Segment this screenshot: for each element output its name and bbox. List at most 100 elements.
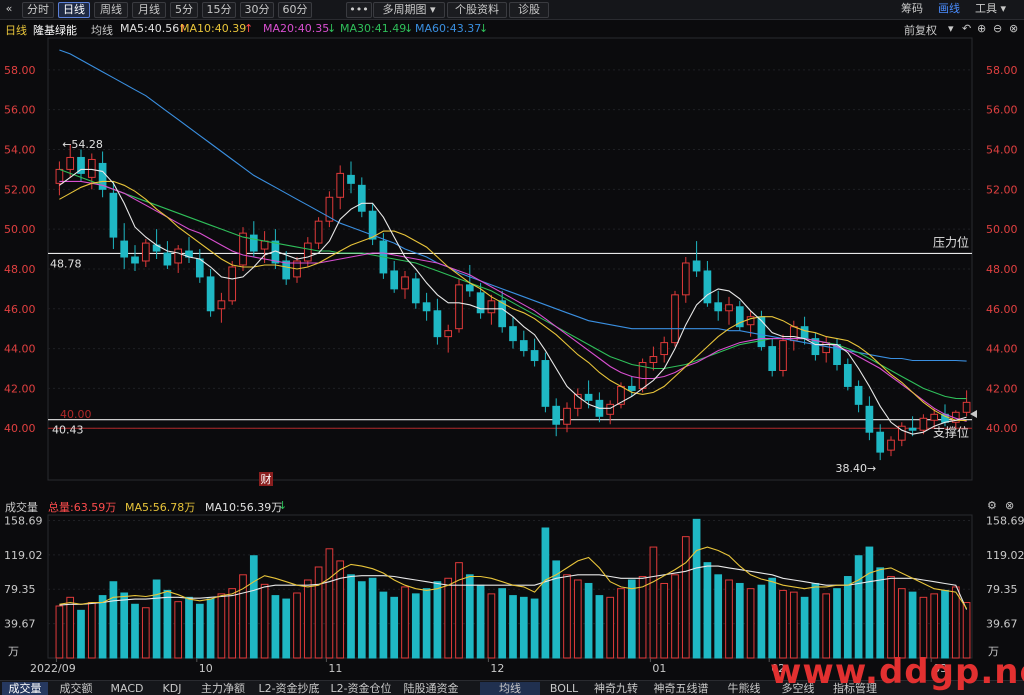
volume-bar — [476, 584, 485, 659]
candle-body — [887, 439, 895, 451]
volume-bar — [660, 582, 669, 659]
candle-body — [131, 256, 139, 264]
ma-line-ma20 — [59, 180, 967, 422]
candle-body — [347, 174, 355, 184]
volume-bar — [822, 593, 831, 659]
candle-body — [141, 242, 150, 262]
y-tick-left-4: 48.00 — [4, 263, 36, 276]
indicator-tab-10[interactable]: 神奇九转 — [588, 682, 644, 695]
indicator-tab-4[interactable]: 主力净额 — [194, 682, 252, 695]
volume-bar — [671, 574, 679, 659]
candle-body — [390, 270, 399, 290]
candle-body — [919, 417, 928, 431]
volume-bar — [66, 596, 75, 659]
indicator-tab-2[interactable]: MACD — [104, 682, 150, 695]
indicator-tab-1[interactable]: 成交额 — [50, 682, 102, 695]
candle-body — [174, 248, 183, 264]
candle-body — [660, 342, 669, 356]
volume-bar — [465, 574, 474, 659]
indicator-tab-5[interactable]: L2-资金抄底 — [254, 682, 324, 695]
y-tick-right-3: 46.00 — [986, 303, 1018, 316]
volume-bar — [930, 593, 939, 659]
volume-bar — [638, 576, 647, 659]
support-label: 支撑位 — [933, 425, 969, 440]
candle-body — [217, 300, 226, 310]
volume-bar — [87, 602, 96, 659]
volume-bar — [401, 586, 409, 659]
min-price-marker: 38.40→ — [835, 462, 876, 475]
candle-body — [228, 266, 237, 302]
indicator-tab-9[interactable]: BOLL — [542, 682, 586, 695]
x-label-4: 01 — [652, 662, 666, 675]
candle-body — [120, 240, 129, 258]
volume-bar — [498, 588, 507, 659]
x-label-1: 10 — [199, 662, 213, 675]
volume-bar — [746, 588, 755, 659]
volume-bar — [152, 579, 161, 659]
close-icon[interactable]: ⊗ — [1005, 499, 1014, 512]
candlestick-chart[interactable]: 40.00 40.00 42.00 42.00 44.00 44.00 46.00 46.00… — [0, 0, 1024, 694]
level-red-label: 40.00 — [60, 408, 92, 421]
volume-bar — [919, 596, 928, 659]
indicator-tab-7[interactable]: 陆股通资金 — [398, 682, 464, 695]
candle-body — [627, 385, 636, 391]
candle-body — [530, 350, 539, 362]
watermark: www.ddgp.net — [770, 652, 1024, 692]
indicator-tab-3[interactable]: KDJ — [152, 682, 192, 695]
candle-body — [671, 294, 679, 344]
x-label-3: 12 — [490, 662, 504, 675]
volume-bar — [293, 592, 301, 659]
volume-bar — [627, 579, 636, 659]
y-tick-left-6: 52.00 — [4, 183, 36, 196]
volume-bar — [865, 546, 874, 659]
volume-bar — [962, 602, 971, 659]
volume-bar — [141, 607, 150, 659]
volume-ma10: MA10:56.39万 — [205, 501, 283, 514]
volume-bar — [282, 598, 291, 659]
candle-body — [962, 401, 971, 413]
volume-bar — [563, 574, 571, 659]
volume-bar — [908, 591, 917, 659]
arrow-down-icon: ↓ — [278, 499, 288, 512]
volume-bar — [120, 592, 129, 659]
indicator-tab-11[interactable]: 神奇五线谱 — [646, 682, 716, 695]
volume-bar — [951, 586, 960, 659]
candle-body — [357, 184, 366, 212]
y-tick-right-6: 52.00 — [986, 183, 1018, 196]
candle-body — [260, 240, 269, 250]
indicator-tab-0[interactable]: 成交量 — [2, 682, 48, 695]
y-tick-left-2: 44.00 — [4, 343, 36, 356]
volume-bar — [379, 591, 388, 659]
y-tick-left-9: 58.00 — [4, 64, 36, 77]
volume-total: 总量:63.59万 — [48, 501, 117, 514]
ma-line-ma5 — [59, 168, 967, 435]
volume-bar — [811, 582, 820, 659]
settings-icon[interactable]: ⚙ — [987, 499, 997, 512]
candle-body — [606, 403, 615, 415]
y-tick-right-4: 48.00 — [986, 263, 1018, 276]
candle-body — [714, 302, 723, 312]
volume-bar — [606, 596, 615, 659]
x-label-2: 11 — [328, 662, 342, 675]
volume-bar — [800, 596, 809, 659]
volume-bar — [98, 595, 107, 659]
indicator-tab-12[interactable]: 牛熊线 — [718, 682, 770, 695]
candle-body — [563, 407, 571, 425]
candle-body — [541, 360, 550, 407]
indicator-tab-8[interactable]: 均线 — [480, 682, 540, 695]
volume-tick-right-3: 158.69 — [986, 514, 1024, 527]
volume-bar — [303, 579, 312, 659]
finance-badge: 财 — [261, 472, 272, 486]
volume-bar — [897, 588, 906, 659]
candle-body — [487, 300, 496, 314]
volume-bar — [843, 576, 852, 659]
volume-bar — [390, 596, 399, 659]
candle-body — [908, 427, 917, 431]
volume-bar — [249, 555, 258, 659]
candle-body — [249, 234, 258, 252]
volume-bar — [55, 605, 64, 659]
y-tick-right-7: 54.00 — [986, 144, 1018, 157]
candle-body — [66, 156, 75, 170]
indicator-tab-6[interactable]: L2-资金仓位 — [326, 682, 396, 695]
candle-body — [649, 356, 658, 364]
